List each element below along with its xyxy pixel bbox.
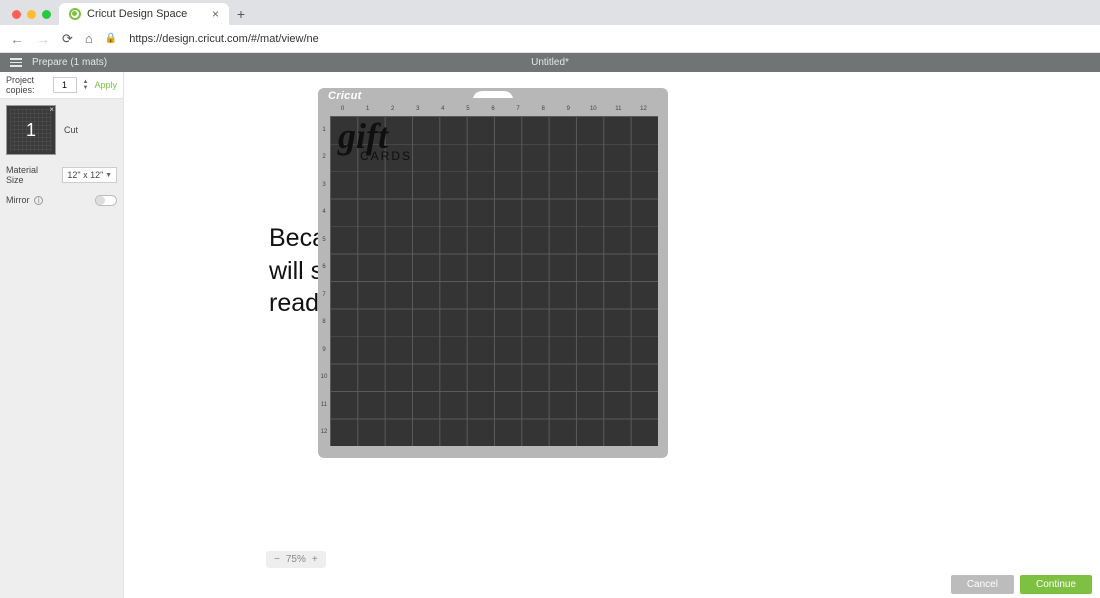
ruler-tick: 4 <box>318 199 330 227</box>
material-size-select[interactable]: 12" x 12" ▼ <box>62 167 117 183</box>
tab-close-icon[interactable]: × <box>212 7 219 21</box>
mat-thumbnail[interactable]: × 1 <box>6 105 56 155</box>
zoom-out-button[interactable]: − <box>274 554 280 565</box>
ruler-tick: 8 <box>531 106 556 116</box>
footer-buttons: Cancel Continue <box>951 575 1092 594</box>
window-controls <box>8 10 59 25</box>
project-copies-label: Project copies: <box>6 75 47 95</box>
workspace: Project copies: ▲▼ Apply × 1 Cut Materia… <box>0 72 1100 598</box>
home-icon[interactable]: ⌂ <box>85 31 93 46</box>
zoom-value: 75% <box>286 554 306 565</box>
browser-tab-strip: Cricut Design Space × + <box>0 0 1100 25</box>
ruler-tick: 1 <box>318 116 330 144</box>
forward-icon[interactable]: → <box>36 31 50 47</box>
menu-icon[interactable] <box>10 58 22 67</box>
ruler-left: 1 2 3 4 5 6 7 8 9 10 11 12 <box>318 116 330 446</box>
browser-tab[interactable]: Cricut Design Space × <box>59 3 229 25</box>
back-icon[interactable]: ← <box>10 31 24 47</box>
info-icon[interactable]: i <box>34 196 43 205</box>
mirror-toggle[interactable] <box>95 195 117 206</box>
tab-title: Cricut Design Space <box>87 8 187 20</box>
window-maximize-icon[interactable] <box>42 10 51 19</box>
project-copies-row: Project copies: ▲▼ Apply <box>0 72 123 99</box>
material-size-value: 12" x 12" <box>67 170 103 180</box>
ruler-tick: 8 <box>318 309 330 337</box>
ruler-tick: 2 <box>380 106 405 116</box>
cancel-button[interactable]: Cancel <box>951 575 1014 594</box>
ruler-tick: 10 <box>318 364 330 392</box>
browser-toolbar: ← → ⟳ ⌂ 🔒 https://design.cricut.com/#/ma… <box>0 25 1100 53</box>
window-minimize-icon[interactable] <box>27 10 36 19</box>
design-word-gift: gift <box>338 122 412 151</box>
ruler-tick: 2 <box>318 144 330 172</box>
mat-hang-tab-icon <box>471 90 515 98</box>
mat-brand: Cricut <box>328 90 362 102</box>
ruler-tick: 9 <box>318 336 330 364</box>
mirror-row: Mirror i <box>0 189 123 212</box>
mat-number: 1 <box>26 120 36 141</box>
reload-icon[interactable]: ⟳ <box>62 31 73 47</box>
ruler-tick: 12 <box>318 419 330 447</box>
chevron-down-icon: ▼ <box>105 172 112 179</box>
project-name: Untitled* <box>531 57 569 68</box>
zoom-in-button[interactable]: + <box>312 554 318 565</box>
apply-button[interactable]: Apply <box>94 80 117 90</box>
ruler-tick: 12 <box>631 106 656 116</box>
cricut-favicon-icon <box>69 8 81 20</box>
prepare-title: Prepare (1 mats) <box>32 57 107 68</box>
sidebar: Project copies: ▲▼ Apply × 1 Cut Materia… <box>0 72 124 598</box>
project-copies-input[interactable] <box>53 77 77 93</box>
mat-thumb-close-icon[interactable]: × <box>49 105 54 114</box>
url-text[interactable]: https://design.cricut.com/#/mat/view/ne <box>129 33 319 45</box>
material-size-row: Material Size 12" x 12" ▼ <box>0 161 123 189</box>
ruler-tick: 6 <box>480 106 505 116</box>
app-toolbar: Prepare (1 mats) Untitled* <box>0 53 1100 72</box>
lock-icon: 🔒 <box>105 33 117 44</box>
ruler-tick: 3 <box>405 106 430 116</box>
cut-label: Cut <box>64 125 78 135</box>
mat-preview: Cricut 0 1 2 3 4 5 6 7 8 9 10 11 12 1 2 … <box>318 88 668 458</box>
window-close-icon[interactable] <box>12 10 21 19</box>
design-word-cards: CARDS <box>360 149 412 163</box>
ruler-tick: 9 <box>556 106 581 116</box>
ruler-tick: 7 <box>318 281 330 309</box>
ruler-tick: 0 <box>330 106 355 116</box>
ruler-tick: 3 <box>318 171 330 199</box>
mat-grid[interactable]: gift CARDS <box>330 116 658 446</box>
copies-stepper[interactable]: ▲▼ <box>83 79 89 91</box>
ruler-tick: 10 <box>581 106 606 116</box>
design-on-mat[interactable]: gift CARDS <box>338 122 412 163</box>
ruler-tick: 4 <box>430 106 455 116</box>
ruler-top: 0 1 2 3 4 5 6 7 8 9 10 11 12 <box>330 106 656 116</box>
continue-button[interactable]: Continue <box>1020 575 1092 594</box>
zoom-control: − 75% + <box>266 551 326 568</box>
ruler-tick: 6 <box>318 254 330 282</box>
ruler-tick: 11 <box>318 391 330 419</box>
mat-thumbnail-row: × 1 Cut <box>0 99 123 161</box>
ruler-tick: 7 <box>506 106 531 116</box>
material-size-label: Material Size <box>6 165 56 185</box>
ruler-tick: 11 <box>606 106 631 116</box>
mirror-label: Mirror <box>6 195 30 205</box>
new-tab-button[interactable]: + <box>229 3 253 25</box>
ruler-tick: 5 <box>318 226 330 254</box>
ruler-tick: 5 <box>455 106 480 116</box>
ruler-tick: 1 <box>355 106 380 116</box>
